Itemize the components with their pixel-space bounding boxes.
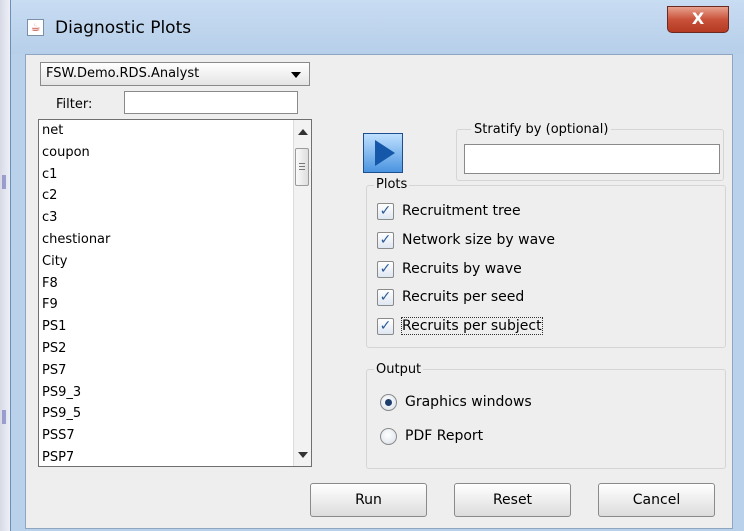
list-item[interactable]: chestionar — [39, 229, 295, 251]
checkbox-label: Recruits per seed — [402, 289, 525, 305]
list-item[interactable]: PS7 — [39, 360, 295, 382]
list-item[interactable]: PS9_5 — [39, 403, 295, 425]
grip-line — [299, 163, 305, 164]
list-item[interactable]: net — [39, 120, 295, 142]
chevron-down-icon — [291, 72, 301, 78]
close-button[interactable]: X — [667, 6, 729, 33]
desktop-mark — [2, 410, 6, 424]
grip-line — [299, 166, 305, 167]
stratify-label: Stratify by (optional) — [471, 122, 612, 137]
list-item[interactable]: coupon — [39, 142, 295, 164]
desktop-background — [0, 0, 10, 531]
variable-list[interactable]: net coupon c1 c2 c3 chestionar City F8 F… — [38, 119, 312, 467]
java-cup-icon: ☕ — [27, 19, 44, 36]
output-group — [366, 369, 726, 469]
variable-list-items: net coupon c1 c2 c3 chestionar City F8 F… — [39, 120, 295, 466]
list-item[interactable]: City — [39, 251, 295, 273]
list-item[interactable]: c1 — [39, 164, 295, 186]
filter-input[interactable] — [124, 91, 298, 114]
list-scrollbar[interactable] — [293, 120, 311, 466]
list-item[interactable]: PS2 — [39, 338, 295, 360]
plots-label: Plots — [374, 177, 410, 192]
output-label: Output — [374, 362, 424, 377]
window-title: Diagnostic Plots — [55, 18, 192, 38]
dataset-selected-value: FSW.Demo.RDS.Analyst — [46, 66, 200, 81]
dataset-dropdown[interactable]: FSW.Demo.RDS.Analyst — [40, 62, 310, 86]
checkmark-icon[interactable]: ✓ — [377, 318, 394, 335]
checkbox-label: Recruits by wave — [402, 261, 522, 277]
dialog-content: FSW.Demo.RDS.Analyst Filter: net coupon … — [25, 54, 733, 529]
reset-button[interactable]: Reset — [454, 483, 571, 517]
scroll-down-icon[interactable] — [298, 452, 308, 458]
list-item[interactable]: PS9_3 — [39, 382, 295, 404]
filter-label: Filter: — [56, 97, 93, 112]
radio-unselected-icon[interactable] — [380, 428, 397, 445]
stratify-input[interactable] — [464, 144, 720, 174]
title-bar[interactable]: ☕ Diagnostic Plots X — [11, 0, 744, 54]
list-item[interactable]: F9 — [39, 294, 295, 316]
checkmark-icon[interactable]: ✓ — [377, 232, 394, 249]
checkmark-icon[interactable]: ✓ — [377, 203, 394, 220]
list-item[interactable]: PSS7 — [39, 425, 295, 447]
add-stratify-button[interactable] — [363, 133, 403, 173]
radio-dot — [385, 399, 392, 406]
list-item[interactable]: c3 — [39, 207, 295, 229]
checkmark-icon[interactable]: ✓ — [377, 289, 394, 306]
checkbox-label: Network size by wave — [402, 232, 556, 248]
radio-label: Graphics windows — [405, 394, 532, 410]
checkbox-label: Recruits per subject — [401, 317, 543, 335]
list-item[interactable]: c2 — [39, 185, 295, 207]
list-item[interactable]: PSP7 — [39, 447, 295, 466]
cancel-button[interactable]: Cancel — [598, 483, 715, 517]
desktop-mark — [2, 175, 6, 189]
scroll-thumb[interactable] — [295, 148, 309, 186]
checkmark-icon[interactable]: ✓ — [377, 261, 394, 278]
dialog-window: ☕ Diagnostic Plots X FSW.Demo.RDS.Analys… — [10, 0, 744, 531]
scroll-up-icon[interactable] — [298, 129, 308, 135]
run-button[interactable]: Run — [310, 483, 427, 517]
radio-label: PDF Report — [405, 428, 484, 444]
radio-selected-icon[interactable] — [380, 394, 397, 411]
grip-line — [299, 169, 305, 170]
play-arrow-icon — [375, 140, 395, 166]
list-item[interactable]: PS1 — [39, 316, 295, 338]
checkbox-label: Recruitment tree — [402, 203, 521, 219]
list-item[interactable]: F8 — [39, 273, 295, 295]
